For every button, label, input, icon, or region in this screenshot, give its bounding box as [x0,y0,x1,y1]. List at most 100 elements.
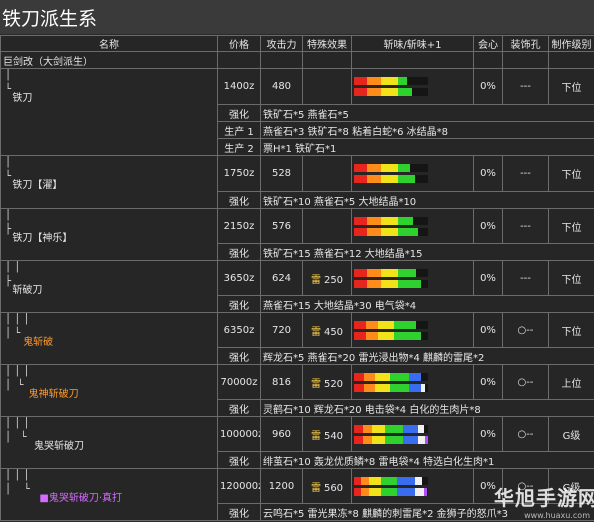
recipe-type-label[interactable]: 强化 [217,451,261,469]
recipe-type-label[interactable]: 强化 [217,243,261,261]
sharpness-segment-white [414,487,424,496]
level-cell: 下位 [548,68,594,105]
sharpness-segment-blue [408,372,421,381]
page-title: 铁刀派生系 [2,8,98,30]
tree-guides: │ │ │ │ └ [5,470,30,495]
recipe-type-label[interactable]: 生产 1 [217,121,261,139]
level-cell: G级 [548,416,594,452]
sharpness-segment-red [354,320,366,329]
level-cell: 下位 [548,312,594,348]
sharpness-gauge [354,164,428,172]
sharpness-segment-orange [367,88,381,96]
sharpness-segment-orange [367,175,381,183]
thunder-element-icon: 雷 [310,274,321,286]
recipe-type-label[interactable]: 强化 [217,295,261,313]
sharpness-gauge [354,77,428,85]
price-cell: 1750z [217,155,261,192]
sharpness-segment-green [380,487,397,496]
sharpness-gauge [354,268,428,277]
sharpness-segment-red [354,424,363,433]
weapon-name: 铁刀 [12,93,33,104]
attack-cell: 480 [260,68,303,105]
header-attack: 攻击力 [260,35,303,52]
tree-guides: │ └ [5,70,12,95]
sharpness-segment-orange [362,435,372,444]
sharpness-gauge [354,175,428,183]
sharpness-segment-green [380,476,397,485]
special-value: 540 [323,430,344,442]
page-title-bar: 铁刀派生系 [0,0,594,34]
sharpness-cell [351,260,474,296]
special-cell: 雷 560 [302,468,352,504]
special-cell [302,155,352,192]
recipe-type-label[interactable]: 强化 [217,503,261,521]
special-value: 450 [323,326,344,338]
header-level: 制作级别 [548,35,594,52]
weapon-name-cell: │ │ │ │ └ 鬼哭斩破刀 [0,416,218,469]
recipe-type-label[interactable]: 生产 2 [217,138,261,156]
weapon-row[interactable]: │ └ 铁刀【濯】 1750z 528 0% --- 下位 [0,155,594,209]
level-cell: 下位 [548,208,594,244]
thunder-element-icon: 雷 [310,326,321,338]
weapon-name-cell: │ └ 铁刀【濯】 [0,155,218,209]
price-cell: 120000z [217,468,261,504]
sharpness-segment-red [354,77,368,85]
table-header-row: 名称 价格 攻击力 特殊效果 斩味/斩味+1 会心 装饰孔 制作级别 [0,35,594,52]
recipe-type-label[interactable]: 强化 [217,104,261,122]
special-cell: 雷 450 [302,312,352,348]
special-value: 520 [323,378,344,390]
sharpness-segment-yellow [374,383,390,392]
level-cell: 下位 [548,155,594,192]
header-sharpness: 斩味/斩味+1 [351,35,474,52]
weapon-name-cell: │ │ │ │ └ ■鬼哭斩破刀·真打 [0,468,218,521]
recipe-type-label[interactable]: 强化 [217,399,261,417]
weapon-row[interactable]: │ │ │ │ └ 鬼哭斩破刀 100000z 960 雷 540 0% ○-- G级 [0,416,594,469]
sharpness-segment-red [354,279,368,288]
slots-cell: ○-- [502,312,549,348]
recipe-materials: 燕雀石*3 铁矿石*8 粘着白蛇*6 冰结晶*8 [260,121,594,139]
weapon-row[interactable]: │ └ 铁刀 1400z 480 0% --- 下位 [0,68,594,156]
sharpness-segment-red [354,216,368,225]
recipe-type-label[interactable]: 强化 [217,191,261,209]
sharpness-segment-red [354,88,368,96]
slots-cell: ○-- [502,416,549,452]
sharpness-segment-purple [423,487,427,496]
sharpness-cell [351,364,474,400]
root-weapon-name: 巨剑改（大剑派生） [0,51,218,69]
special-cell: 雷 520 [302,364,352,400]
sharpness-segment-white [417,435,426,444]
level-cell: 上位 [548,364,594,400]
sharpness-segment-blue [402,435,418,444]
sharpness-segment-yellow [380,227,399,236]
weapon-row[interactable]: │ │ │ │ └ 鬼斩破 6350z 720 雷 450 0% ○-- 下位 [0,312,594,365]
special-cell: 雷 540 [302,416,352,452]
price-cell: 1400z [217,68,261,105]
sharpness-segment-yellow [368,476,381,485]
sharpness-cell [351,155,474,192]
attack-cell: 720 [260,312,303,348]
sharpness-segment-red [354,435,363,444]
sharpness-segment-white [417,424,424,433]
sharpness-gauge [354,227,428,236]
recipe-type-label[interactable]: 强化 [217,347,261,365]
weapon-row[interactable]: │ │ │ │ └ 鬼神斩破刀 70000z 816 雷 520 0% ○-- 上位 [0,364,594,417]
attack-cell: 1200 [260,468,303,504]
slots-cell: ○-- [502,364,549,400]
sharpness-segment-green [398,227,418,236]
sharpness-segment-green [393,331,421,340]
price-cell: 6350z [217,312,261,348]
recipe-materials: 绯茧石*10 轰龙优质鳞*8 雷电袋*4 特选白化生肉*1 [260,451,594,469]
sharpness-gauge [354,88,428,96]
sharpness-segment-orange [367,227,381,236]
sharpness-segment-yellow [380,77,399,85]
watermark: 华旭手游网 www.huaxu.com [494,482,594,520]
sharpness-segment-red [354,372,365,381]
weapon-row[interactable]: │ ├ 铁刀【神乐】 2150z 576 0% --- 下位 [0,208,594,261]
weapon-row[interactable]: │ │ ├ 斩破刀 3650z 624 雷 250 0% --- 下位 [0,260,594,313]
sharpness-cell [351,312,474,348]
sharpness-segment-yellow [374,372,390,381]
special-value: 250 [323,274,344,286]
sharpness-segment-green [385,435,403,444]
sharpness-segment-orange [365,331,378,340]
price-cell: 2150z [217,208,261,244]
